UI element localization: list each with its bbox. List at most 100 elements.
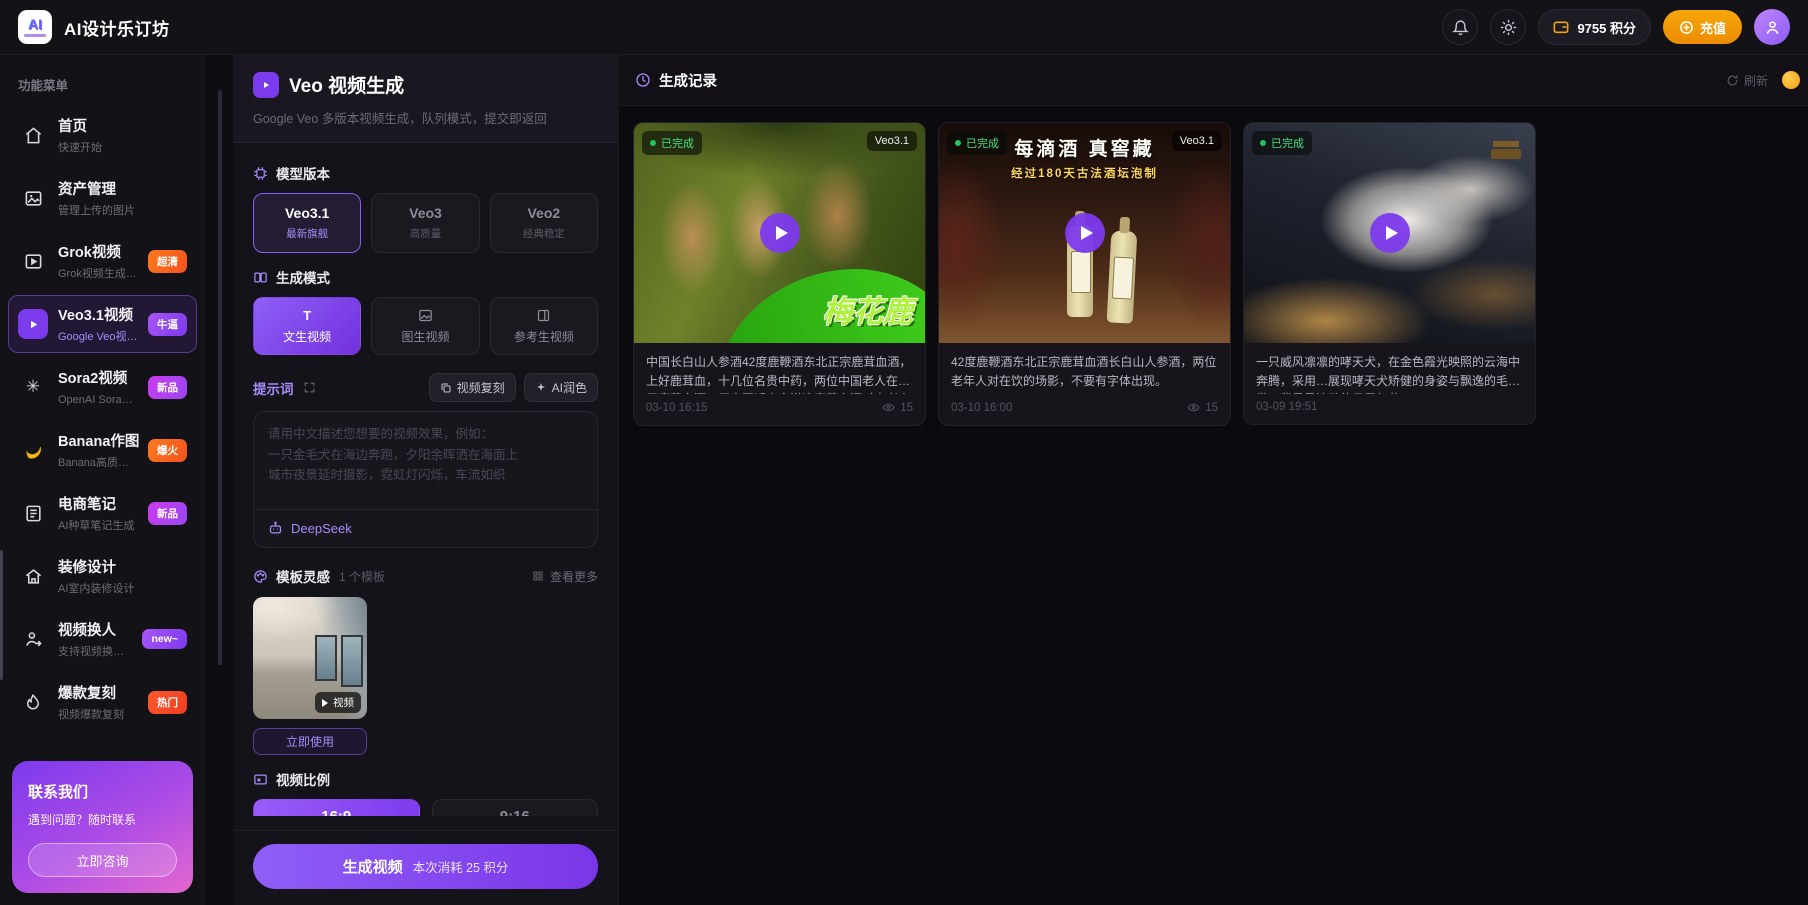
play-button[interactable] — [1065, 213, 1105, 253]
prompt-input[interactable] — [254, 412, 597, 506]
sidebar-item-face-swap[interactable]: 视频换人支持视频换脸换... new~ — [8, 610, 197, 668]
sidebar-item-sora-video[interactable]: ✳ Sora2视频OpenAI Sora视频... 新品 — [8, 358, 197, 416]
sidebar-item-ecom-notes[interactable]: 电商笔记AI种草笔记生成 新品 — [8, 484, 197, 542]
sidebar-item-label: Veo3.1视频 — [58, 308, 133, 324]
toggle-icon — [253, 270, 268, 285]
ratio-16-9[interactable]: 16:9 横屏 — [253, 799, 420, 816]
theme-toggle-button[interactable] — [1490, 9, 1526, 45]
plus-circle-icon — [1679, 20, 1694, 35]
ai-polish-button[interactable]: AI润色 — [524, 373, 598, 402]
sidebar-nav: 首页快速开始 资产管理管理上传的图片 Grok视频Grok视频生成，... 超清 — [0, 106, 205, 731]
robot-icon — [268, 521, 283, 536]
model-option-veo31[interactable]: Veo3.1 最新旗舰 — [253, 193, 361, 253]
credits-balance[interactable]: 9755 积分 — [1538, 9, 1651, 45]
record-card[interactable]: 已完成 一只威风凛凛的哮天犬，在金色霞光映照的云海中奔腾，采用…展现哮天犬矫健的… — [1243, 122, 1536, 425]
app-title: AI设计乐订坊 — [64, 15, 170, 40]
sidebar-item-badge: 新品 — [148, 502, 187, 525]
bottle-shape — [1107, 230, 1138, 323]
video-thumbnail-cellar[interactable]: 已完成 Veo3.1 每滴酒 真窖藏 经过180天古法酒坛泡制 — [939, 123, 1230, 343]
refresh-icon — [1726, 74, 1739, 87]
assistant-label: DeepSeek — [291, 521, 352, 536]
sidebar-item-desc: AI种草笔记生成 — [58, 517, 134, 533]
openai-icon: ✳ — [18, 372, 48, 402]
record-timestamp: 03-10 16:00 — [951, 402, 1012, 414]
user-avatar[interactable] — [1754, 9, 1790, 45]
template-thumbnail[interactable]: 视频 — [253, 597, 367, 719]
video-thumbnail-deer[interactable]: 已完成 Veo3.1 梅花鹿 — [634, 123, 925, 343]
sidebar-item-desc: AI室内装修设计 — [58, 580, 134, 596]
mode-image-to-video[interactable]: 图生视频 — [371, 297, 479, 355]
recharge-button[interactable]: 充值 — [1663, 10, 1742, 44]
floating-help-icon[interactable] — [1782, 71, 1800, 89]
generate-label: 生成视频 — [343, 856, 403, 877]
play-button[interactable] — [1370, 213, 1410, 253]
copy-icon — [440, 382, 452, 394]
record-card[interactable]: 已完成 Veo3.1 每滴酒 真窖藏 经过180天古法酒坛泡制 42度鹿鞭酒东北… — [938, 122, 1231, 426]
model-option-veo2[interactable]: Veo2 经典稳定 — [490, 193, 598, 253]
generator-scrollbar[interactable] — [218, 90, 222, 665]
sidebar-item-badge: 热门 — [148, 691, 187, 714]
sidebar-item-label: Banana作图 — [58, 434, 139, 450]
sidebar-item-badge: new~ — [142, 629, 187, 649]
ratio-9-16[interactable]: 9:16 竖屏 — [432, 799, 599, 816]
generate-video-button[interactable]: 生成视频 本次消耗 25 积分 — [253, 844, 598, 889]
model-version-group: Veo3.1 最新旗舰 Veo3 高质量 Veo2 经典稳定 — [253, 193, 598, 253]
model-option-veo3[interactable]: Veo3 高质量 — [371, 193, 479, 253]
main-layout: 功能菜单 首页快速开始 资产管理管理上传的图片 Grok视频Grok视频生成，.… — [0, 55, 1808, 905]
ratio-section-label: 视频比例 — [253, 769, 598, 789]
video-thumbnail-wolf[interactable]: 已完成 — [1244, 123, 1535, 343]
record-card[interactable]: 已完成 Veo3.1 梅花鹿 中国长白山人参酒42度鹿鞭酒东北正宗鹿茸血酒，上好… — [633, 122, 926, 426]
record-description: 42度鹿鞭酒东北正宗鹿茸血酒长白山人参酒，两位老年人对在饮的场影，不要有字体出现… — [939, 343, 1230, 394]
sidebar-item-veo-video[interactable]: Veo3.1视频Google Veo视频... 牛逼 — [8, 295, 197, 353]
top-bar: AI AI设计乐订坊 9755 积分 充值 — [0, 0, 1808, 55]
aspect-ratio-icon — [253, 772, 268, 787]
palette-icon — [253, 569, 268, 584]
mode-text-to-video[interactable]: T 文生视频 — [253, 297, 361, 355]
play-icon — [322, 699, 328, 707]
deepseek-assistant[interactable]: DeepSeek — [254, 509, 597, 547]
expand-icon[interactable] — [303, 381, 316, 394]
aspect-ratio-group: 16:9 横屏 9:16 竖屏 — [253, 799, 598, 816]
sidebar-item-banana-image[interactable]: Banana作图 Banana高质量图... 爆火 — [8, 421, 197, 479]
sidebar-item-home[interactable]: 首页快速开始 — [8, 106, 197, 164]
view-count: 15 — [1187, 401, 1218, 414]
template-count: 1 个模板 — [339, 568, 385, 585]
refresh-button[interactable]: 刷新 — [1726, 72, 1768, 89]
model-section-label: 模型版本 — [253, 163, 598, 183]
sidebar-item-interior-design[interactable]: 装修设计AI室内装修设计 — [8, 547, 197, 605]
view-more-link[interactable]: 查看更多 — [532, 568, 598, 585]
brand: AI AI设计乐订坊 — [18, 10, 170, 44]
contact-button[interactable]: 立即咨询 — [28, 843, 177, 877]
sidebar-item-desc: OpenAI Sora视频... — [58, 391, 138, 407]
text-icon: T — [256, 307, 358, 324]
status-badge: 已完成 — [642, 131, 702, 155]
history-icon — [635, 72, 651, 88]
status-badge: 已完成 — [1252, 131, 1312, 155]
layout-icon — [493, 307, 595, 324]
logo-mark: AI — [28, 17, 42, 31]
play-button[interactable] — [760, 213, 800, 253]
thumbnail-overlay-title: 梅花鹿 — [823, 287, 913, 331]
generate-cost: 本次消耗 25 积分 — [413, 857, 509, 876]
sidebar-item-grok-video[interactable]: Grok视频Grok视频生成，... 超清 — [8, 232, 197, 290]
window-shape — [341, 635, 363, 687]
sidebar-item-label: 资产管理 — [58, 182, 116, 198]
sidebar-item-viral-remake[interactable]: 爆款复刻视频爆款复刻 热门 — [8, 673, 197, 731]
use-template-button[interactable]: 立即使用 — [253, 728, 367, 755]
sidebar-item-desc: Banana高质量图... — [58, 454, 138, 470]
notifications-button[interactable] — [1442, 9, 1478, 45]
flame-icon — [18, 687, 48, 717]
sidebar-item-badge: 爆火 — [148, 439, 187, 462]
person-icon — [1764, 19, 1781, 36]
sidebar-item-desc: 支持视频换脸换... — [58, 643, 132, 659]
mode-reference-to-video[interactable]: 参考生视频 — [490, 297, 598, 355]
sidebar-item-assets[interactable]: 资产管理管理上传的图片 — [8, 169, 197, 227]
view-count: 15 — [882, 401, 913, 414]
generator-subtitle: Google Veo 多版本视频生成，队列模式，提交即返回 — [253, 108, 598, 127]
sidebar-item-label: 爆款复刻 — [58, 686, 116, 702]
eye-icon — [882, 401, 895, 414]
prompt-header-row: 提示词 视频复刻 AI润色 — [253, 373, 598, 402]
video-replicate-button[interactable]: 视频复刻 — [429, 373, 516, 402]
sidebar-scrollbar[interactable] — [0, 550, 3, 680]
video-play-icon — [18, 246, 48, 276]
